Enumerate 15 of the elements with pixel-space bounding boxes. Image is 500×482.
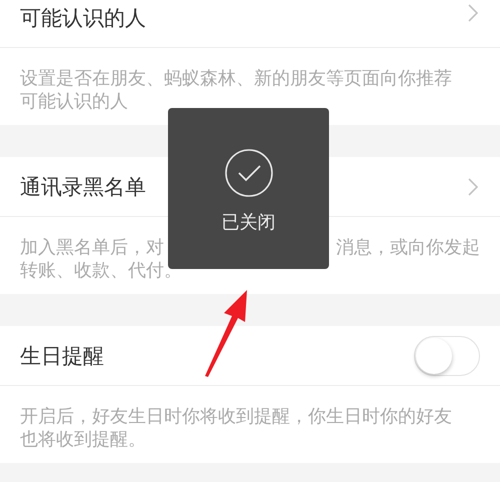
check-circle-icon xyxy=(224,148,274,198)
setting-description: 可能认识的人 xyxy=(20,90,128,113)
toggle-switch[interactable] xyxy=(414,336,480,376)
setting-description: 也将收到提醒。 xyxy=(20,428,146,451)
chevron-icon[interactable] xyxy=(468,4,478,22)
setting-description: 设置是否在朋友、蚂蚁森林、新的朋友等页面向你推荐 xyxy=(20,67,452,90)
setting-title: 可能认识的人 xyxy=(20,5,146,32)
setting-description: 开启后，好友生日时你将收到提醒，你生日时你的好友 xyxy=(20,405,452,428)
chevron-icon[interactable] xyxy=(468,178,478,196)
setting-description: 加入黑名单后，对 xyxy=(20,236,164,259)
toast-message: 已关闭 xyxy=(222,211,276,234)
setting-description: 转账、收款、代付。 xyxy=(20,259,182,282)
setting-title: 通讯录黑名单 xyxy=(20,174,146,200)
setting-title: 生日提醒 xyxy=(20,342,104,370)
setting-description: 消息，或向你发起 xyxy=(336,236,480,259)
